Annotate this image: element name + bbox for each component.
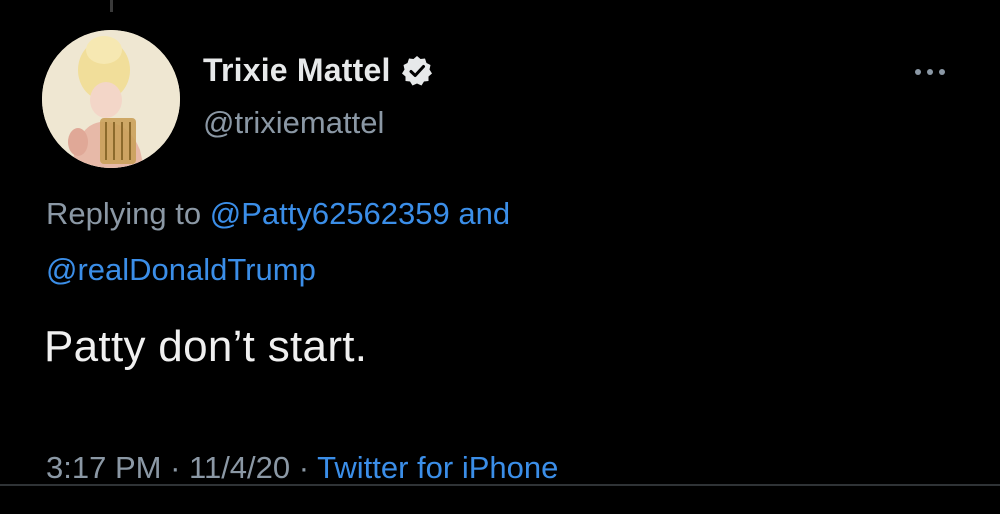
replying-to-line: Replying to @Patty62562359 and @realDonal… (46, 186, 946, 298)
display-name[interactable]: Trixie Mattel (203, 52, 391, 89)
user-handle[interactable]: @trixiemattel (203, 105, 384, 141)
author-name-row[interactable]: Trixie Mattel (203, 52, 433, 89)
thread-connector-line (110, 0, 113, 12)
tweet-time[interactable]: 3:17 PM (46, 450, 161, 485)
more-options-icon[interactable] (910, 62, 950, 82)
replying-prefix: Replying to (46, 196, 210, 231)
tweet-text: Patty don’t start. (44, 322, 368, 371)
mention-link-patty[interactable]: @Patty62562359 (210, 196, 450, 231)
meta-separator: · (161, 450, 190, 485)
tweet-metadata: 3:17 PM · 11/4/20 · Twitter for iPhone (46, 450, 558, 486)
mention-link-realdonaldtrump[interactable]: @realDonaldTrump (46, 252, 316, 287)
verified-badge-icon (401, 55, 432, 85)
tweet-date[interactable]: 11/4/20 (189, 450, 290, 485)
divider (0, 484, 1000, 486)
meta-separator-2: · (290, 450, 318, 485)
avatar[interactable] (42, 30, 180, 168)
tweet-source-link[interactable]: Twitter for iPhone (317, 450, 558, 485)
replying-and: and (449, 196, 511, 231)
avatar-image (42, 30, 180, 168)
